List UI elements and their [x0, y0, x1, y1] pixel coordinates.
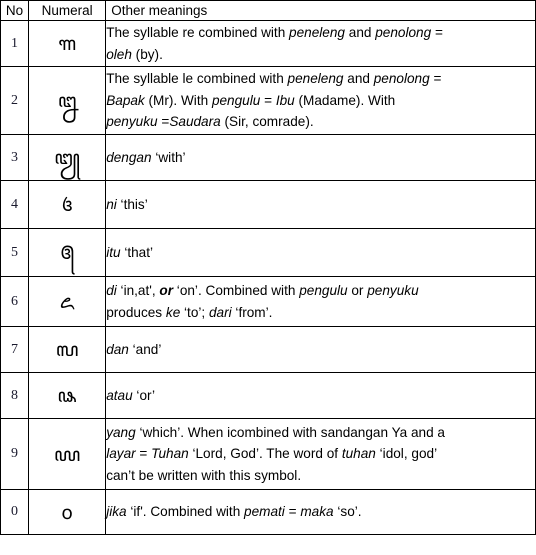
javanese-numeral-icon: ꧓	[54, 147, 80, 169]
cell-number: 6	[0, 276, 30, 327]
cell-javanese-numeral-glyph: ꧘	[28, 372, 107, 419]
cell-other-meanings: di ‘in,at', or ‘on’. Combined with pengu…	[105, 276, 536, 327]
cell-number: 3	[0, 134, 30, 181]
cell-other-meanings: The syllable le combined with peneleng a…	[105, 66, 536, 135]
meaning-line: dan ‘and’	[106, 341, 162, 357]
table-row: 5 ꧕ itu ‘that’	[0, 228, 536, 277]
cell-javanese-numeral-glyph: ꧖	[28, 276, 107, 327]
javanese-numeral-icon: ꧑	[58, 33, 77, 55]
meaning-line: Bapak (Mr). With pengulu = Ibu (Madame).…	[106, 92, 396, 108]
cell-other-meanings: The syllable re combined with peneleng a…	[105, 20, 536, 67]
table-row: 7 ꧗ dan ‘and’	[0, 326, 536, 373]
javanese-numerals-table: No Numeral Other meanings 1 ꧑ The syllable…	[0, 0, 536, 535]
table-row: 8 ꧘ atau ‘or’	[0, 372, 536, 419]
meaning-line: can’t be written with this symbol.	[106, 467, 302, 483]
table-body: 1 ꧑ The syllable re combined with peneleng…	[0, 20, 536, 535]
column-header-other-meanings: Other meanings	[105, 0, 536, 21]
cell-other-meanings: atau ‘or’	[105, 372, 536, 419]
meaning-line: jika ‘if'. Combined with pemati = maka ‘…	[106, 504, 362, 520]
cell-number: 8	[0, 372, 30, 419]
cell-number: 2	[0, 66, 30, 135]
meaning-line: layar = Tuhan ‘Lord, God’. The word of t…	[106, 446, 438, 462]
meaning-line: itu ‘that’	[106, 244, 154, 260]
javanese-numeral-icon: ꧐	[61, 501, 73, 524]
table-row: 1 ꧑ The syllable re combined with peneleng…	[0, 20, 536, 67]
meaning-line: dengan ‘with’	[106, 149, 186, 165]
table-row: 3 ꧓ dengan ‘with’	[0, 134, 536, 181]
cell-javanese-numeral-glyph: ꧐	[28, 489, 107, 535]
table-row: 6 ꧖ di ‘in,at', or ‘on’. Combined with pen…	[0, 276, 536, 327]
meaning-line: oleh (by).	[106, 46, 163, 62]
javanese-numeral-icon: ꧖	[59, 291, 75, 313]
cell-number: 1	[0, 20, 30, 67]
javanese-numeral-icon: ꧗	[55, 339, 79, 361]
meaning-line: The syllable re combined with peneleng a…	[106, 25, 443, 40]
meaning-line: penyuku =Saudara (Sir, comrade).	[106, 114, 314, 130]
cell-number: 5	[0, 228, 30, 277]
meaning-line: di ‘in,at', or ‘on’. Combined with pengu…	[106, 283, 419, 298]
javanese-numeral-icon: ꧒	[57, 90, 77, 112]
table-header-row: No Numeral Other meanings	[0, 0, 536, 21]
meaning-line: yang ‘which’. When icombined with sandan…	[106, 424, 445, 440]
cell-javanese-numeral-glyph: ꧙	[28, 418, 107, 490]
column-header-numeral: Numeral	[28, 0, 107, 21]
meaning-line: The syllable le combined with peneleng a…	[106, 71, 442, 87]
cell-number: 9	[0, 418, 30, 490]
cell-number: 7	[0, 326, 30, 373]
cell-javanese-numeral-glyph: ꧓	[28, 134, 107, 181]
cell-javanese-numeral-glyph: ꧗	[28, 326, 107, 373]
cell-other-meanings: yang ‘which’. When icombined with sandan…	[105, 418, 536, 490]
cell-javanese-numeral-glyph: ꧔	[28, 180, 107, 229]
table-row: 9 ꧙ yang ‘which’. When icombined with sand…	[0, 418, 536, 490]
cell-javanese-numeral-glyph: ꧕	[28, 228, 107, 277]
table-row: 0 ꧐ jika ‘if'. Combined with pemati = maka…	[0, 489, 536, 535]
cell-javanese-numeral-glyph: ꧒	[28, 66, 107, 135]
table-row: 4 ꧔ ni ‘this’	[0, 180, 536, 229]
cell-other-meanings: itu ‘that’	[105, 228, 536, 277]
javanese-numeral-icon: ꧙	[53, 443, 81, 466]
cell-other-meanings: ni ‘this’	[105, 180, 536, 229]
cell-number: 0	[0, 489, 30, 535]
table-row: 2 ꧒ The syllable le combined with peneleng…	[0, 66, 536, 135]
javanese-numeral-icon: ꧕	[60, 242, 75, 264]
cell-number: 4	[0, 180, 30, 229]
javanese-numeral-icon: ꧘	[57, 385, 77, 407]
meaning-line: atau ‘or’	[106, 387, 156, 403]
cell-other-meanings: jika ‘if'. Combined with pemati = maka ‘…	[105, 489, 536, 535]
cell-javanese-numeral-glyph: ꧑	[28, 20, 107, 67]
cell-other-meanings: dengan ‘with’	[105, 134, 536, 181]
javanese-numeral-icon: ꧔	[61, 194, 73, 216]
meaning-line: ni ‘this’	[106, 196, 148, 212]
cell-other-meanings: dan ‘and’	[105, 326, 536, 373]
meaning-line: produces ke ‘to’; dari ‘from’.	[106, 304, 273, 320]
column-header-no: No	[0, 0, 30, 21]
